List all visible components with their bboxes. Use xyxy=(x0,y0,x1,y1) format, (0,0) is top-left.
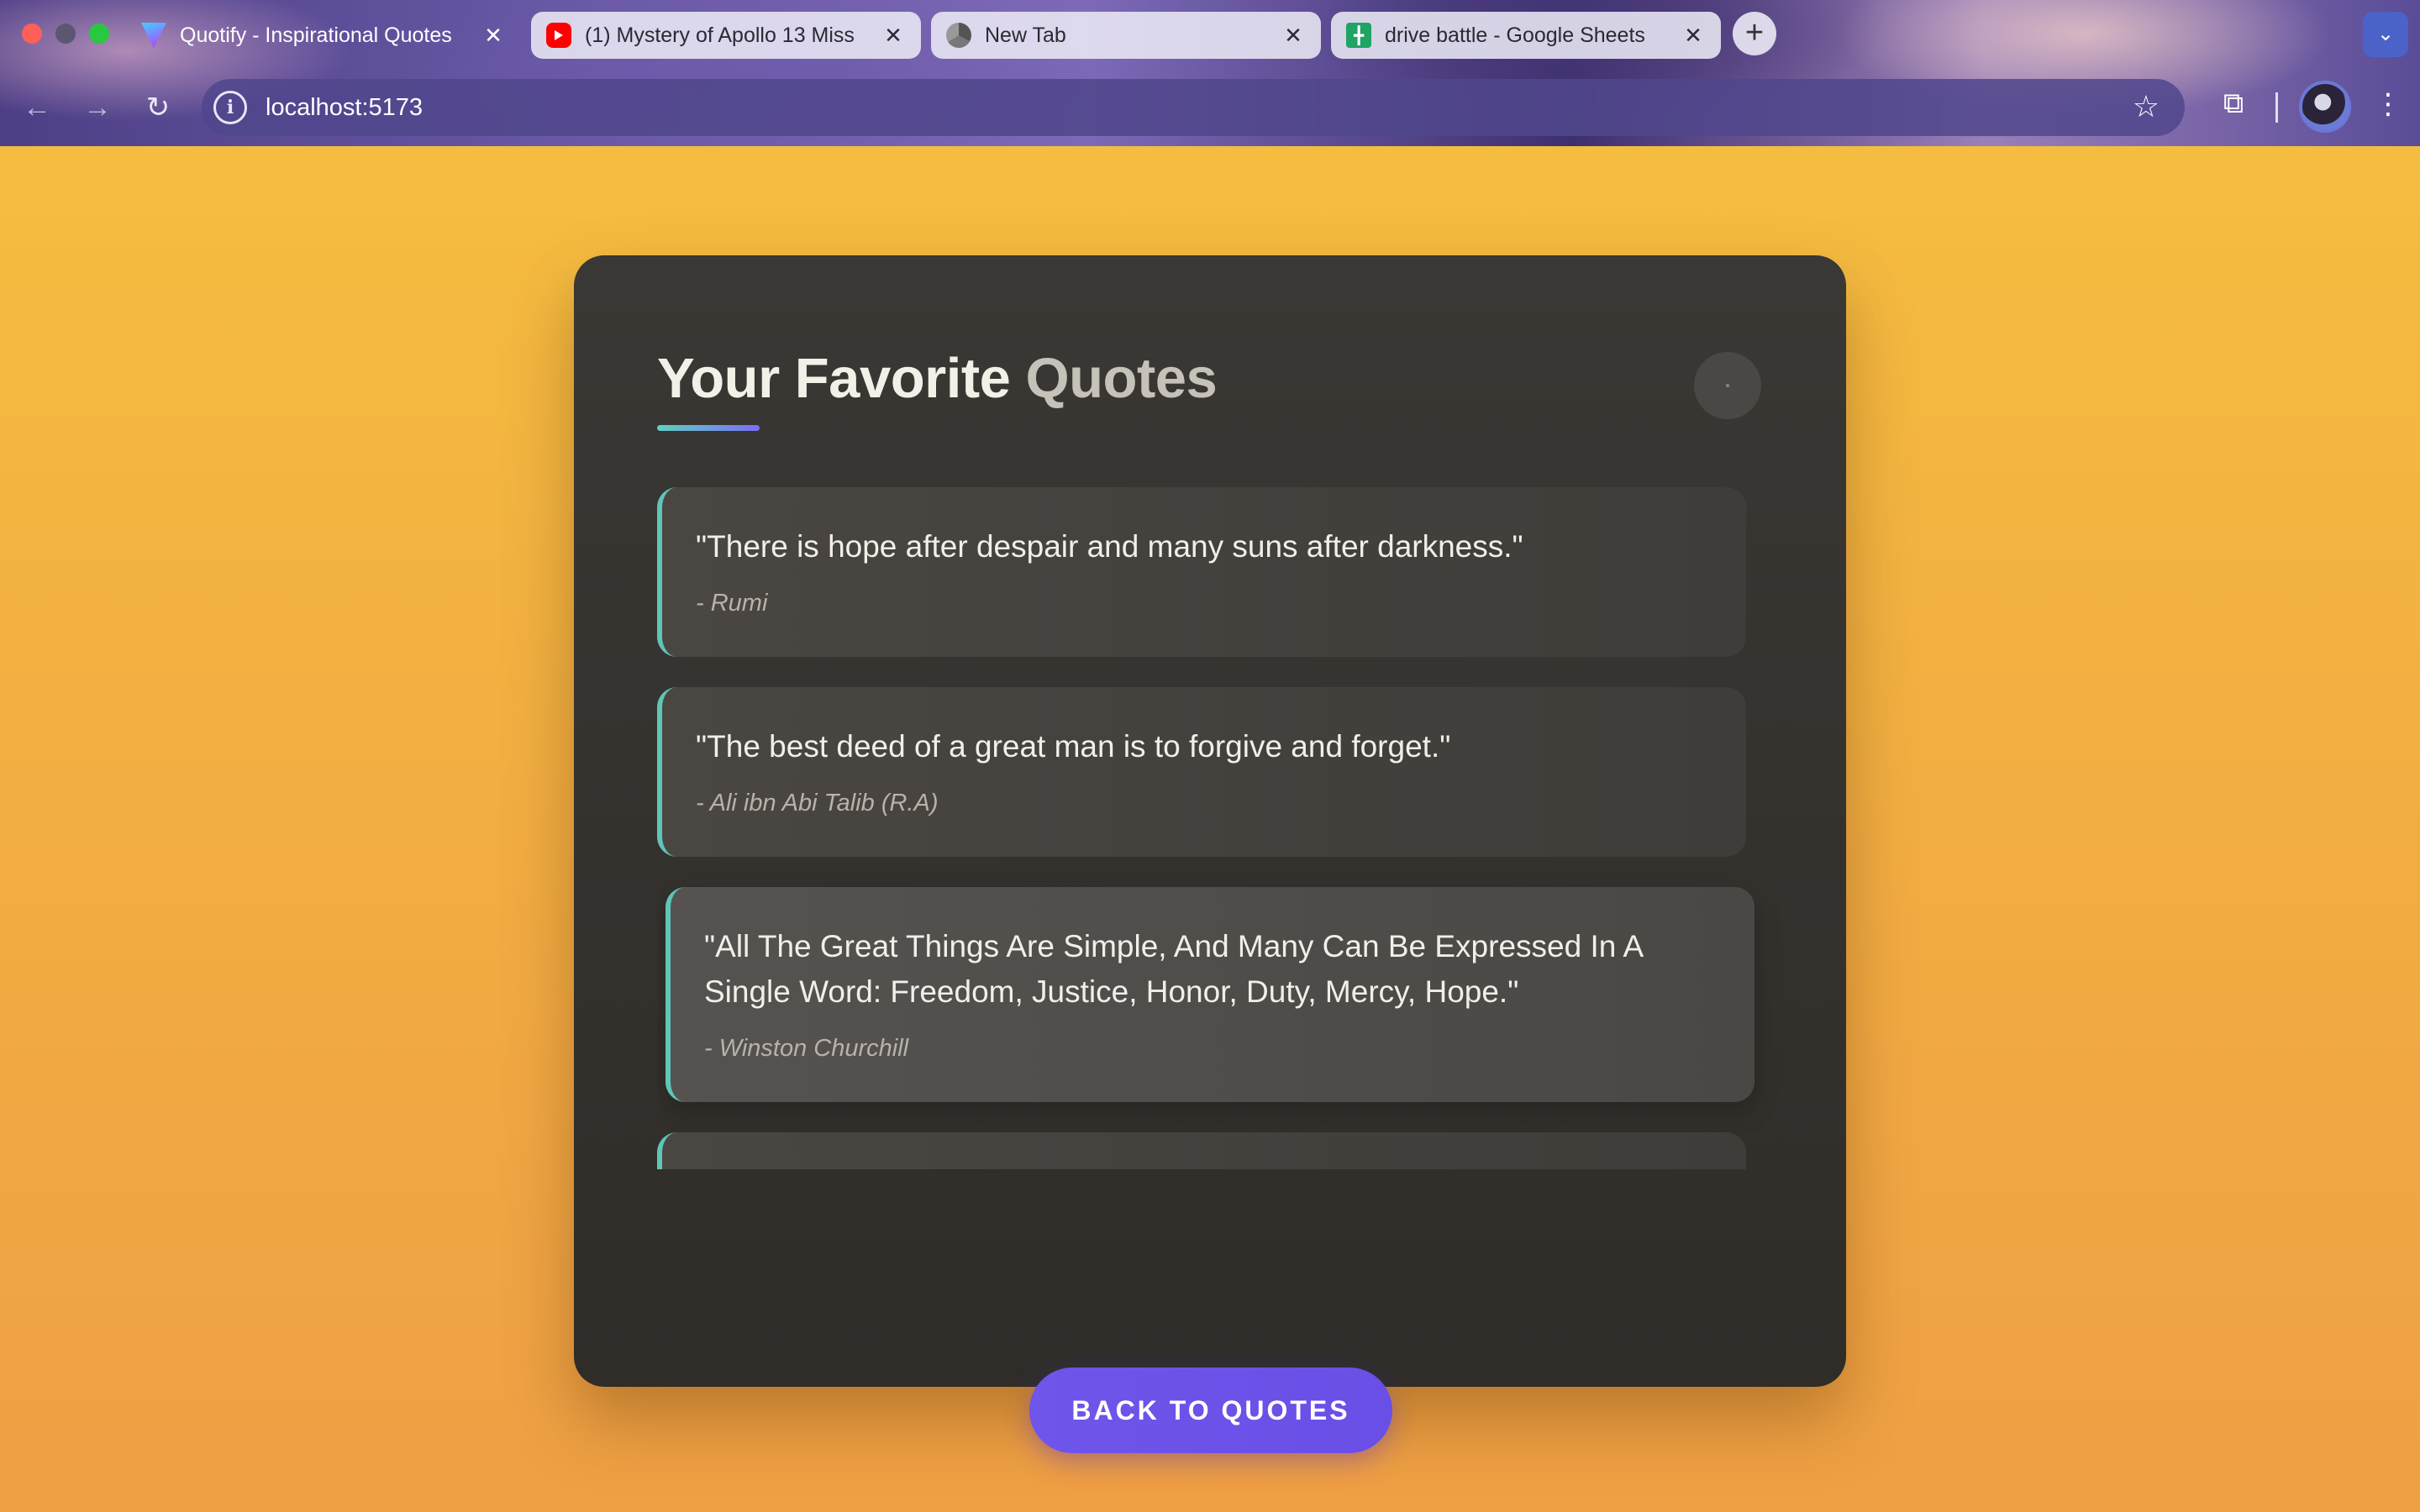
favorites-card: Your Favorite Quotes "There is hope afte… xyxy=(574,255,1846,1453)
maximize-window-button[interactable] xyxy=(89,24,109,44)
tab-title: drive battle - Google Sheets xyxy=(1385,23,1645,47)
profile-avatar[interactable] xyxy=(2299,81,2351,133)
tab-search-button[interactable]: ⌄ xyxy=(2363,12,2408,57)
quote-card[interactable]: "All The Great Things Are Simple, And Ma… xyxy=(666,887,1754,1102)
tab-youtube[interactable]: (1) Mystery of Apollo 13 Miss ✕ xyxy=(531,12,921,59)
reload-icon[interactable]: ↻ xyxy=(138,87,178,128)
tab-title: (1) Mystery of Apollo 13 Miss xyxy=(585,23,855,47)
title-main: Your Favorite xyxy=(657,347,1026,410)
close-icon[interactable]: ✕ xyxy=(481,23,506,49)
page-viewport: Your Favorite Quotes "There is hope afte… xyxy=(0,146,2420,1512)
chrome-icon xyxy=(946,23,971,48)
back-arrow-icon[interactable]: ← xyxy=(17,87,57,128)
site-info-icon[interactable]: i xyxy=(213,91,247,124)
close-icon[interactable]: ✕ xyxy=(1281,23,1306,49)
toggle-dot-icon xyxy=(1726,384,1729,387)
minimize-window-button[interactable] xyxy=(55,24,76,44)
close-icon[interactable]: ✕ xyxy=(1681,23,1706,49)
quote-author: - Rumi xyxy=(696,590,768,617)
more-menu-icon[interactable]: ⋮ xyxy=(2373,87,2403,121)
browser-chrome: Quotify - Inspirational Quotes ✕ (1) Mys… xyxy=(0,0,2420,146)
url-text[interactable]: localhost:5173 xyxy=(266,94,423,122)
tab-title: New Tab xyxy=(985,23,1066,47)
bookmark-star-icon[interactable]: ☆ xyxy=(2133,89,2160,124)
quote-author: - Ali ibn Abi Talib (R.A) xyxy=(696,790,939,816)
quote-card[interactable]: "There is hope after despair and many su… xyxy=(657,487,1746,657)
new-tab-button[interactable]: + xyxy=(1733,12,1776,55)
quote-card[interactable]: "The best deed of a great man is to forg… xyxy=(657,687,1746,857)
vite-icon xyxy=(141,23,166,48)
close-icon[interactable]: ✕ xyxy=(881,23,906,49)
quote-list[interactable]: "There is hope after despair and many su… xyxy=(657,487,1783,1169)
quote-text: "The best deed of a great man is to forg… xyxy=(696,729,1451,764)
sheets-icon xyxy=(1346,23,1371,48)
quote-text: "All The Great Things Are Simple, And Ma… xyxy=(704,929,1643,1009)
close-window-button[interactable] xyxy=(22,24,42,44)
address-bar[interactable]: i localhost:5173 ☆ xyxy=(202,79,2185,136)
forward-arrow-icon[interactable]: → xyxy=(77,87,118,128)
theme-toggle-button[interactable] xyxy=(1694,352,1761,419)
quote-text: "There is hope after despair and many su… xyxy=(696,529,1523,564)
back-to-quotes-button[interactable]: BACK TO QUOTES xyxy=(1029,1368,1392,1453)
toolbar-divider xyxy=(2275,92,2278,123)
tab-google-sheets[interactable]: drive battle - Google Sheets ✕ xyxy=(1331,12,1721,59)
extensions-icon[interactable]: ⧉ xyxy=(2213,87,2254,120)
title-accent: Quotes xyxy=(1025,347,1218,410)
quote-card-partial[interactable] xyxy=(657,1132,1746,1169)
page-title: Your Favorite Quotes xyxy=(657,346,1218,411)
tab-quotify[interactable]: Quotify - Inspirational Quotes ✕ xyxy=(126,12,521,59)
title-underline xyxy=(657,425,760,431)
tab-title: Quotify - Inspirational Quotes xyxy=(180,23,452,47)
tab-new-tab[interactable]: New Tab ✕ xyxy=(931,12,1321,59)
quote-author: - Winston Churchill xyxy=(704,1035,909,1062)
youtube-icon xyxy=(546,23,571,48)
